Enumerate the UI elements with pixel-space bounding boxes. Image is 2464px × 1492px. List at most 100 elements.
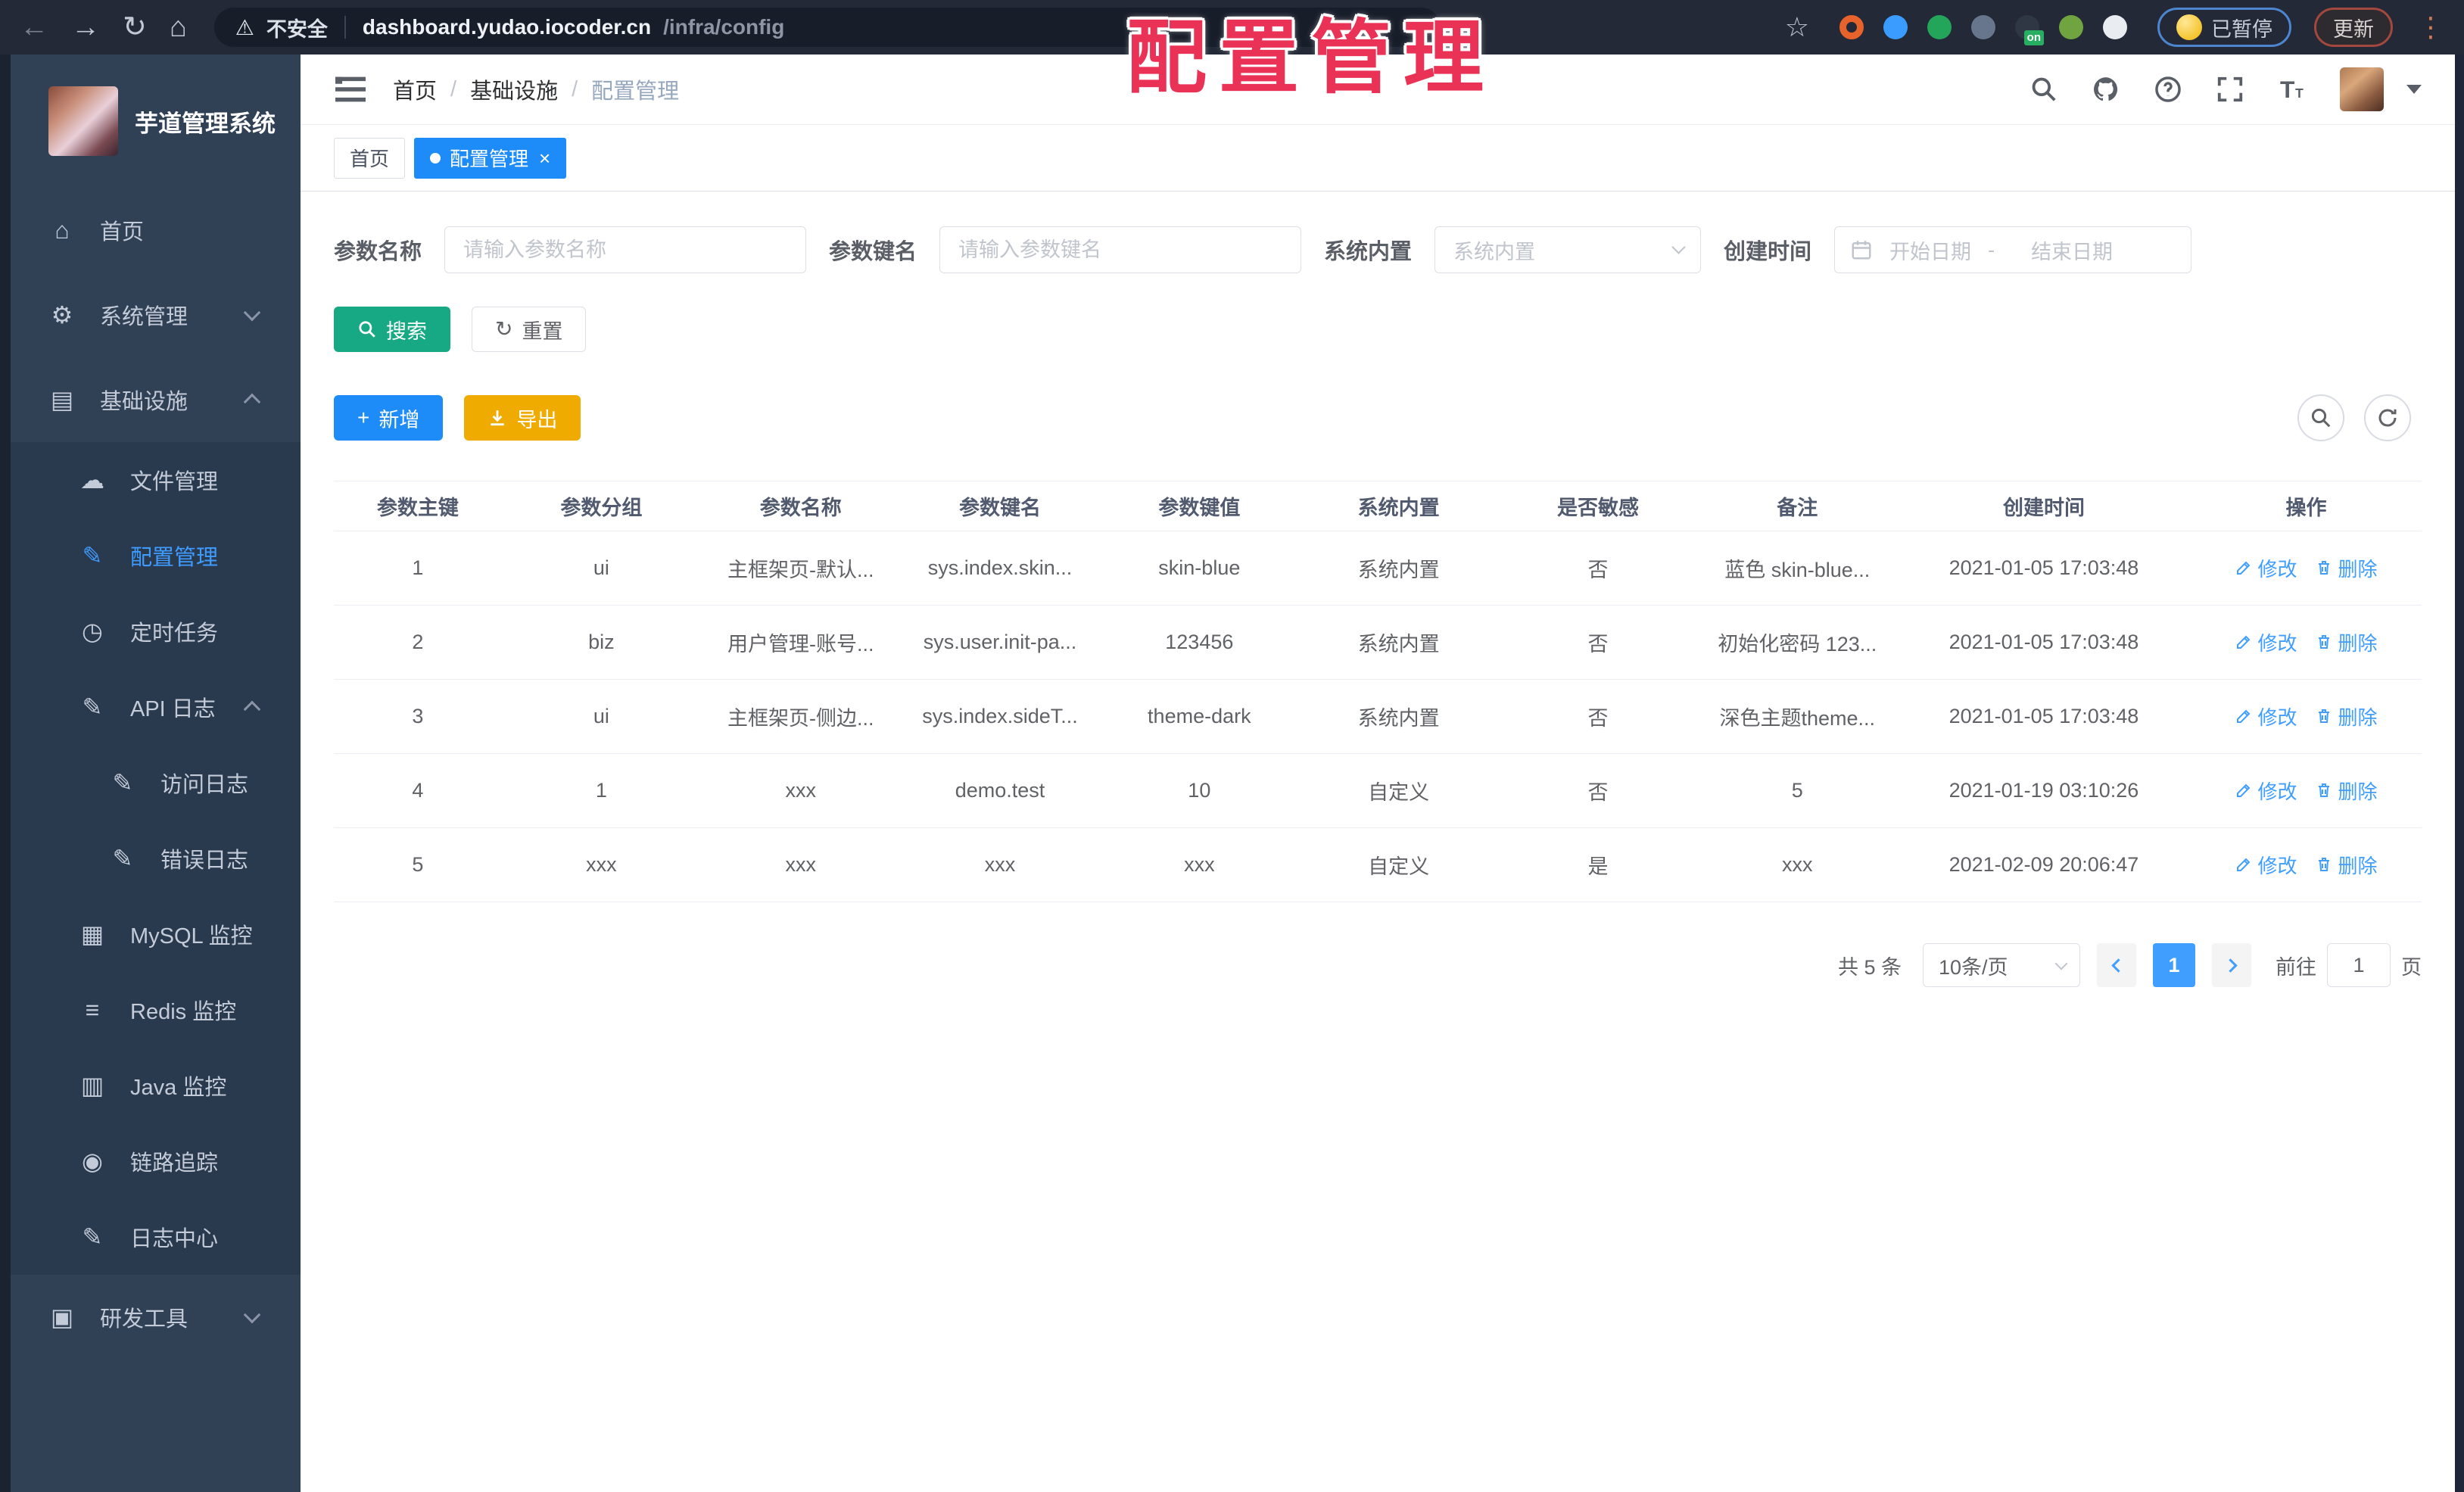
system-builtin-label: 系统内置: [1324, 240, 1413, 264]
bookmark-star-icon[interactable]: ☆: [1785, 14, 1809, 41]
sidebar-item-file[interactable]: ☁ 文件管理: [11, 442, 301, 518]
tab-home[interactable]: 首页: [334, 137, 406, 179]
search-icon[interactable]: [2029, 75, 2058, 104]
column-header: 操作: [2190, 481, 2422, 531]
goto-page-group: 前往 页: [2276, 943, 2422, 987]
date-separator: -: [1988, 238, 1995, 261]
paused-badge[interactable]: 已暂停: [2157, 8, 2291, 47]
breadcrumb-current: 配置管理: [591, 79, 680, 104]
add-button[interactable]: + 新增: [334, 395, 444, 441]
sidebar-item-config[interactable]: ✎ 配置管理: [11, 518, 301, 593]
show-search-toggle-button[interactable]: [2297, 394, 2344, 441]
delete-link[interactable]: 删除: [2315, 554, 2378, 582]
fold-menu-icon[interactable]: [334, 74, 367, 104]
breadcrumb-infra[interactable]: 基础设施: [470, 73, 558, 105]
ext-green-leaf[interactable]: [2059, 15, 2083, 39]
kebab-menu-icon[interactable]: ⋮: [2417, 11, 2444, 43]
delete-link[interactable]: 删除: [2315, 702, 2378, 730]
ext-orange-ring[interactable]: [1839, 15, 1864, 39]
export-button[interactable]: 导出: [464, 395, 581, 441]
sidebar-item-log-center[interactable]: ✎ 日志中心: [11, 1199, 301, 1275]
prev-page-button[interactable]: [2097, 943, 2136, 987]
fullscreen-icon[interactable]: [2216, 75, 2244, 104]
table-cell: 主框架页-默认...: [701, 531, 901, 606]
tab-close-icon[interactable]: ×: [539, 148, 550, 168]
font-size-icon[interactable]: TT: [2278, 75, 2307, 104]
browser-reload-icon[interactable]: ↻: [123, 13, 147, 42]
sidebar-item-job[interactable]: ◷ 定时任务: [11, 593, 301, 669]
github-icon[interactable]: [2092, 75, 2120, 104]
table-cell: demo.test: [900, 753, 1100, 828]
goto-page-input[interactable]: [2327, 943, 2391, 987]
browser-home-icon[interactable]: ⌂: [170, 13, 187, 42]
delete-link[interactable]: 删除: [2315, 851, 2378, 879]
breadcrumb-home[interactable]: 首页: [393, 73, 437, 105]
ext-slate-tool[interactable]: [1971, 15, 1995, 39]
ext-white-puzzle[interactable]: [2103, 15, 2127, 39]
sidebar-item-home[interactable]: ⌂ 首页: [11, 188, 301, 273]
table-row: 4 1 xxx demo.test 10 自定义否 5 2021-01-19 03:10:26…: [334, 753, 2422, 828]
refresh-table-button[interactable]: [2364, 394, 2411, 441]
browser-back-icon[interactable]: ←: [20, 13, 48, 42]
date-start-placeholder: 开始日期: [1889, 240, 1972, 263]
sidebar-item-label: MySQL 监控: [130, 924, 253, 948]
table-cell: 5: [334, 827, 502, 902]
sidebar-item-api-log[interactable]: ✎ API 日志: [11, 669, 301, 745]
search-button[interactable]: 搜索: [334, 307, 450, 352]
sidebar-item-mysql[interactable]: ▦ MySQL 监控: [11, 896, 301, 972]
java-monitor-icon: ▥: [80, 1072, 104, 1099]
sidebar-item-access-log[interactable]: ✎ 访问日志: [11, 745, 301, 821]
delete-link[interactable]: 删除: [2315, 628, 2378, 656]
sidebar-item-error-log[interactable]: ✎ 错误日志: [11, 821, 301, 896]
table-cell: 是: [1498, 827, 1698, 902]
monitor-chart-icon: ▤: [50, 386, 74, 413]
table-cell: 用户管理-账号...: [701, 605, 901, 680]
sidebar-item-system[interactable]: ⚙ 系统管理: [11, 273, 301, 357]
help-icon[interactable]: [2154, 75, 2182, 104]
plus-icon: +: [357, 406, 370, 429]
delete-link[interactable]: 删除: [2315, 777, 2378, 805]
config-table: 参数主键 参数分组 参数名称 参数键名 参数键值 系统内置 是否敏感 备注 创建时间 操作 1 ui…: [334, 481, 2422, 902]
table-cell: 123456: [1099, 605, 1299, 680]
date-range-picker[interactable]: 开始日期 - 结束日期: [1834, 226, 2192, 273]
tab-config-active[interactable]: 配置管理 ×: [414, 137, 567, 179]
table-cell: 深色主题theme...: [1697, 679, 1897, 754]
reset-button[interactable]: ↻ 重置: [472, 307, 587, 352]
ext-green-check[interactable]: [1927, 15, 1952, 39]
param-key-input[interactable]: [939, 226, 1302, 273]
next-page-button[interactable]: [2212, 943, 2251, 987]
chevron-down-icon: [1671, 240, 1686, 254]
page-size-select[interactable]: 10条/页: [1923, 943, 2080, 987]
table-cell: 否: [1498, 605, 1698, 680]
sidebar-item-java[interactable]: ▥ Java 监控: [11, 1048, 301, 1123]
edit-link[interactable]: 修改: [2235, 851, 2297, 879]
ext-dark-on-badge[interactable]: on: [2015, 15, 2044, 45]
edit-link[interactable]: 修改: [2235, 554, 2297, 582]
sidebar-item-label: 日志中心: [130, 1227, 219, 1251]
current-page-button[interactable]: 1: [2153, 943, 2195, 987]
avatar-caret-down-icon[interactable]: [2406, 85, 2422, 94]
table-cell: 2021-02-09 20:06:47: [1896, 827, 2191, 902]
user-avatar[interactable]: [2340, 67, 2384, 111]
system-builtin-select[interactable]: 系统内置: [1434, 226, 1702, 273]
sidebar-item-dev-tools[interactable]: ▣ 研发工具: [11, 1275, 301, 1360]
search-button-icon: [359, 321, 375, 338]
logo-row[interactable]: 芋道管理系统: [11, 55, 301, 188]
update-button[interactable]: 更新: [2314, 8, 2393, 47]
calendar-icon: [1852, 241, 1871, 260]
table-cell: 主框架页-侧边...: [701, 679, 901, 754]
edit-link[interactable]: 修改: [2235, 628, 2297, 656]
ext-blue-pin[interactable]: [1883, 15, 1908, 39]
sidebar-item-infra[interactable]: ▤ 基础设施: [11, 357, 301, 442]
paused-label: 已暂停: [2211, 17, 2272, 41]
search-button-row: 搜索 ↻ 重置: [334, 307, 2422, 352]
param-name-input[interactable]: [444, 226, 807, 273]
edit-link[interactable]: 修改: [2235, 702, 2297, 730]
page-content: 参数名称 参数键名 系统内置 系统内置 创建时间 开始日期 - 结束日期: [301, 192, 2455, 1492]
sidebar-item-redis[interactable]: ≡ Redis 监控: [11, 972, 301, 1048]
sidebar-item-trace[interactable]: ◉ 链路追踪: [11, 1123, 301, 1199]
browser-forward-icon[interactable]: →: [71, 13, 100, 42]
database-monitor-icon: ▦: [80, 920, 104, 948]
column-header: 是否敏感: [1498, 481, 1698, 531]
edit-link[interactable]: 修改: [2235, 777, 2297, 805]
